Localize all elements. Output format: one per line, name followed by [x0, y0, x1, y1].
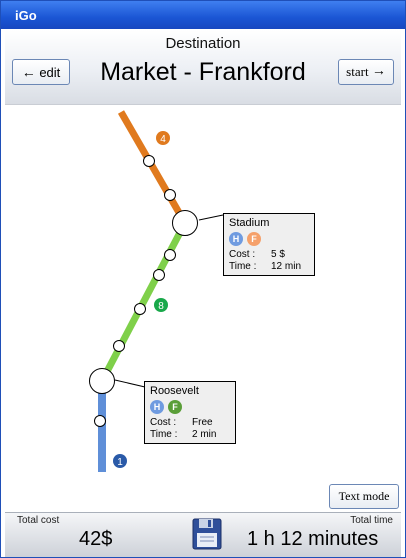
cost-label: Cost : — [150, 417, 177, 428]
arrow-left-icon: ← — [21, 64, 36, 80]
cost-value: Free — [192, 417, 213, 428]
total-cost-label: Total cost — [17, 515, 60, 526]
stop-marker[interactable] — [113, 340, 125, 352]
stop-marker[interactable] — [143, 155, 155, 167]
cost-label: Cost : — [229, 249, 256, 260]
line-badge-number: 8 — [158, 301, 164, 312]
start-button[interactable]: start → — [338, 59, 394, 85]
stop-icons: H F — [150, 400, 230, 417]
route-segment-orange — [117, 110, 189, 225]
destination-header: Destination Market - Frankford ← edit st… — [5, 30, 401, 105]
edit-button-label: edit — [39, 64, 61, 80]
stop-name: Stadium — [229, 217, 270, 229]
save-icon-slot — [208, 520, 211, 527]
time-value: 12 min — [271, 261, 302, 272]
line-badge-4: 4 — [156, 131, 170, 145]
time-label: Time : — [229, 261, 257, 272]
f-icon: F — [168, 400, 182, 414]
total-time-label: Total time — [350, 515, 393, 526]
station-marker-stadium[interactable] — [172, 210, 198, 236]
stop-marker[interactable] — [94, 415, 106, 427]
time-label: Time : — [150, 429, 178, 440]
stop-marker[interactable] — [164, 249, 176, 261]
f-icon: F — [247, 232, 261, 246]
total-time-value: 1 h 12 minutes — [247, 528, 379, 550]
save-icon-label — [197, 533, 217, 547]
stop-icons: H F — [229, 232, 309, 249]
stop-callout-roosevelt: Roosevelt H F Cost : Free Time : 2 min — [144, 381, 236, 444]
h-icon: H — [150, 400, 164, 414]
stop-callout-stadium: Stadium H F Cost : 5 $ Time : 12 min — [223, 213, 315, 276]
start-button-label: start — [346, 64, 369, 79]
line-badge-8: 8 — [154, 298, 168, 312]
arrow-right-icon: → — [371, 64, 386, 79]
app-window: iGo Destination Market - Frankford ← edi… — [0, 0, 406, 558]
line-badge-number: 4 — [160, 134, 166, 145]
stop-details: Cost : Free Time : 2 min — [150, 417, 216, 441]
title-bar: iGo — [1, 1, 405, 29]
stop-marker[interactable] — [134, 303, 146, 315]
h-icon: H — [229, 232, 243, 246]
time-value: 2 min — [192, 429, 217, 440]
route-map: 4 8 1 — [89, 110, 224, 472]
edit-button[interactable]: ← edit — [12, 59, 70, 85]
line-badge-1: 1 — [113, 454, 127, 468]
text-mode-button[interactable]: Text mode — [329, 484, 399, 509]
summary-footer: Total cost 42$ Total time 1 h 12 minutes — [5, 512, 401, 557]
line-badge-number: 1 — [117, 457, 123, 468]
callout-pointer-stadium — [198, 214, 224, 221]
stop-details: Cost : 5 $ Time : 12 min — [229, 249, 301, 273]
cost-value: 5 $ — [271, 249, 285, 260]
route-segment-green — [98, 221, 189, 383]
app-title: iGo — [15, 8, 37, 23]
stop-marker[interactable] — [164, 189, 176, 201]
stop-marker[interactable] — [153, 269, 165, 281]
destination-label: Destination — [165, 35, 241, 52]
stop-name: Roosevelt — [150, 385, 199, 397]
total-cost-value: 42$ — [79, 528, 113, 550]
save-icon[interactable] — [192, 516, 222, 550]
callout-pointer-roosevelt — [114, 379, 146, 388]
station-marker-roosevelt[interactable] — [89, 368, 115, 394]
